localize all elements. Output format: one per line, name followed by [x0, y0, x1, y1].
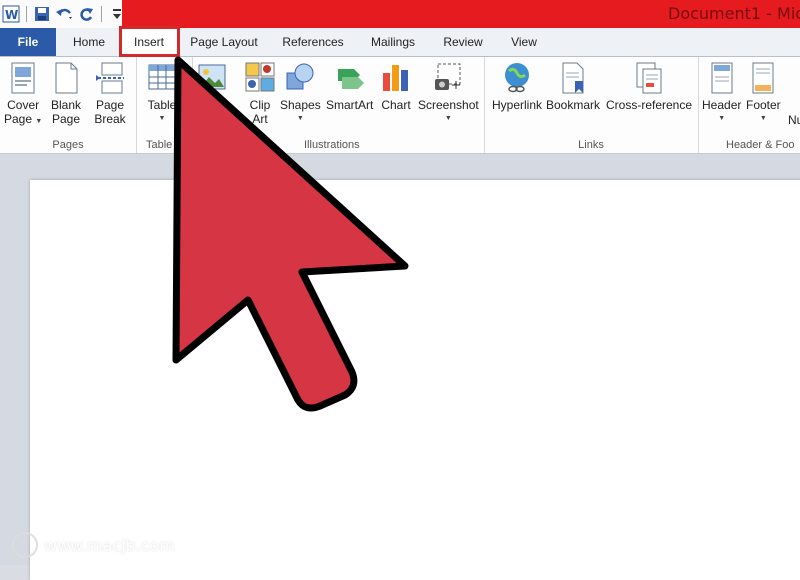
chart-button[interactable]: Chart — [380, 61, 412, 112]
footer-icon — [752, 62, 774, 94]
blank-page-label: Blank — [50, 98, 82, 112]
undo-icon[interactable] — [55, 5, 73, 23]
picture-icon — [198, 64, 226, 90]
tab-insert[interactable]: Insert — [126, 28, 172, 56]
pages-group-label: Pages — [52, 139, 84, 151]
page-number-button[interactable]: Nu — [788, 113, 800, 127]
footer-label: Footer — [746, 98, 781, 112]
qat-separator — [101, 6, 102, 22]
tab-view[interactable]: View — [506, 28, 542, 56]
dropdown-caret-icon: ▼ — [759, 115, 767, 122]
dropdown-caret-icon: ▼ — [35, 118, 43, 125]
cross-reference-button[interactable]: Cross-reference — [606, 61, 692, 112]
tab-references[interactable]: References — [280, 28, 346, 56]
header-label: Header — [702, 98, 742, 112]
clip-art-label-2: Art — [252, 112, 268, 126]
blank-page-label-2: Page — [51, 112, 81, 126]
page-break-icon — [96, 62, 124, 94]
page-break-label: Page — [95, 98, 125, 112]
cross-reference-label: Cross-reference — [606, 98, 693, 112]
watermark-text: www.macjb.com — [44, 535, 175, 555]
smartart-icon — [337, 69, 364, 89]
ribbon: Cover Page ▼ Blank Page Page Break Pages… — [0, 57, 800, 154]
tables-group: Table ▼ Table — [136, 57, 193, 153]
tab-file[interactable]: File — [0, 28, 56, 56]
illustrations-group: Clip Art Shapes ▼ SmartArt Chart Screens… — [192, 57, 485, 153]
table-label: Table — [147, 98, 177, 112]
page-number-label: Nu — [788, 113, 800, 127]
shapes-label: Shapes — [280, 98, 321, 112]
bookmark-icon — [562, 62, 584, 94]
pages-group: Cover Page ▼ Blank Page Page Break Pages — [0, 57, 137, 153]
links-group: Hyperlink Bookmark Cross-reference Links — [484, 57, 699, 153]
page-break-button[interactable]: Page Break — [94, 61, 126, 126]
header-footer-group-label: Header & Foo — [726, 139, 795, 151]
hyperlink-icon — [505, 63, 529, 93]
dropdown-caret-icon: ▼ — [444, 115, 452, 122]
screenshot-button[interactable]: Screenshot ▼ — [418, 61, 479, 126]
bookmark-label: Bookmark — [546, 98, 601, 112]
hyperlink-label: Hyperlink — [492, 98, 543, 112]
dropdown-caret-icon: ▼ — [718, 115, 726, 122]
table-button[interactable]: Table ▼ — [146, 61, 178, 126]
document-title: Document1 - Micro — [668, 4, 800, 23]
redo-icon[interactable] — [77, 5, 95, 23]
quick-access-toolbar: W — [2, 3, 126, 25]
blank-page-button[interactable]: Blank Page — [50, 61, 82, 126]
dropdown-caret-icon: ▼ — [158, 115, 166, 122]
cover-page-icon — [11, 62, 35, 94]
document-area — [0, 154, 800, 580]
header-button[interactable]: Header ▼ — [702, 61, 741, 126]
cross-reference-icon — [636, 62, 662, 94]
tab-page-layout[interactable]: Page Layout — [188, 28, 260, 56]
document-page[interactable] — [30, 180, 800, 580]
picture-button[interactable] — [196, 61, 228, 98]
table-icon — [148, 64, 176, 90]
title-bar: W Document1 - Micro — [0, 0, 800, 29]
smartart-label: SmartArt — [326, 98, 374, 112]
tab-mailings[interactable]: Mailings — [366, 28, 420, 56]
footer-button[interactable]: Footer ▼ — [746, 61, 781, 126]
svg-text:W: W — [5, 8, 18, 22]
blank-page-icon — [55, 62, 78, 94]
bookmark-button[interactable]: Bookmark — [546, 61, 600, 112]
header-icon — [711, 62, 733, 94]
screenshot-label: Screenshot — [418, 98, 479, 112]
screenshot-icon — [435, 63, 461, 90]
clip-art-button[interactable]: Clip Art — [244, 61, 276, 126]
clip-art-label: Clip — [249, 98, 271, 112]
hyperlink-button[interactable]: Hyperlink — [492, 61, 542, 112]
chart-label: Chart — [381, 98, 411, 112]
tables-group-label: Table — [146, 139, 173, 151]
word-app-icon[interactable]: W — [2, 5, 20, 23]
chart-icon — [383, 65, 408, 91]
tab-home[interactable]: Home — [70, 28, 108, 56]
save-icon[interactable] — [33, 5, 51, 23]
watermark-logo-icon — [12, 532, 38, 558]
page-break-label-2: Break — [94, 112, 126, 126]
cover-page-label: Cover — [7, 98, 40, 112]
smartart-button[interactable]: SmartArt — [326, 61, 373, 112]
watermark: www.macjb.com — [12, 532, 175, 558]
cover-page-label-2: Page ▼ — [4, 112, 43, 126]
shapes-icon — [286, 63, 314, 90]
dropdown-caret-icon: ▼ — [296, 115, 304, 122]
tab-review[interactable]: Review — [440, 28, 486, 56]
header-footer-group: Header ▼ Footer ▼ Nu Header & Foo — [698, 57, 800, 153]
shapes-button[interactable]: Shapes ▼ — [280, 61, 321, 126]
clip-art-icon — [245, 62, 275, 92]
links-group-label: Links — [578, 139, 604, 151]
cover-page-button[interactable]: Cover Page ▼ — [4, 61, 42, 129]
qat-separator — [26, 6, 27, 22]
illustrations-group-label: Illustrations — [304, 139, 360, 151]
